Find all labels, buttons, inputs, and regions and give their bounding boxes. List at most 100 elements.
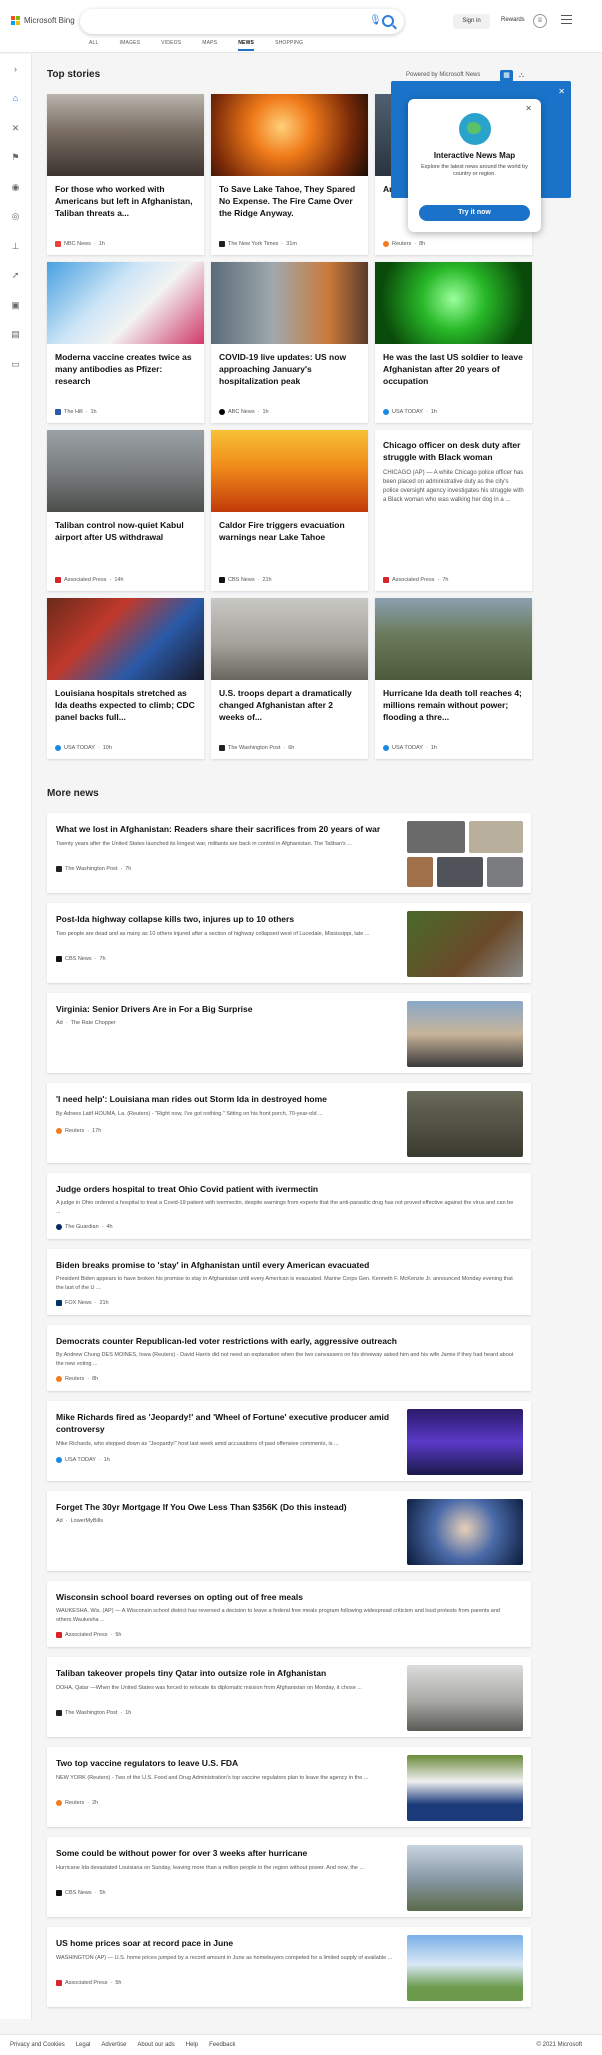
story-source: CBS News · 21h: [219, 577, 272, 583]
close-icon[interactable]: ✕: [525, 104, 532, 113]
the-hill-logo-icon: [55, 409, 61, 415]
expand-chevron-icon[interactable]: ›: [10, 64, 21, 75]
tab-shopping[interactable]: SHOPPING: [275, 40, 303, 51]
search-input[interactable]: 🎙: [80, 9, 404, 34]
usa-today-logo-icon: [383, 745, 389, 751]
cbs-logo-icon: [56, 956, 62, 962]
ap-logo-icon: [383, 577, 389, 583]
sign-in-button[interactable]: Sign in: [453, 14, 490, 29]
story-image: [47, 262, 204, 344]
story-card[interactable]: He was the last US soldier to leave Afgh…: [375, 262, 532, 423]
location-pin-icon[interactable]: ◉: [10, 182, 21, 193]
building-icon[interactable]: ▤: [10, 329, 21, 340]
news-item[interactable]: What we lost in Afghanistan: Readers sha…: [47, 813, 531, 893]
footer-link-about-ads[interactable]: About our ads: [137, 2042, 174, 2048]
footer-link-advertise[interactable]: Advertise: [101, 2042, 126, 2048]
story-title: He was the last US soldier to leave Afgh…: [383, 352, 523, 386]
footer-link-feedback[interactable]: Feedback: [209, 2042, 235, 2048]
story-card[interactable]: COVID-19 live updates: US now approachin…: [211, 262, 368, 423]
news-thumbnail: [407, 1755, 523, 1821]
home-icon[interactable]: ⌂: [10, 93, 21, 104]
news-item[interactable]: Mike Richards fired as 'Jeopardy!' and '…: [47, 1401, 531, 1481]
footer-link-help[interactable]: Help: [186, 2042, 198, 2048]
usa-today-logo-icon: [56, 1457, 62, 1463]
left-rail: › ⌂ ✕ ⚑ ◉ ◎ ⊥ ➚ ▣ ▤ ▭: [0, 54, 32, 2019]
footer-link-privacy[interactable]: Privacy and Cookies: [10, 2042, 65, 2048]
wallet-icon[interactable]: ▭: [10, 359, 21, 370]
usa-today-logo-icon: [55, 745, 61, 751]
story-source: NBC News · 1h: [55, 241, 105, 247]
story-card[interactable]: U.S. troops depart a dramatically change…: [211, 598, 368, 759]
chart-icon[interactable]: ⊥: [10, 241, 21, 252]
news-title: Biden breaks promise to 'stay' in Afghan…: [56, 1260, 370, 1270]
ad-item[interactable]: Forget The 30yr Mortgage If You Owe Less…: [47, 1491, 531, 1571]
story-source: USA TODAY · 10h: [55, 745, 112, 751]
news-item[interactable]: Two top vaccine regulators to leave U.S.…: [47, 1747, 531, 1827]
news-item[interactable]: Taliban takeover propels tiny Qatar into…: [47, 1657, 531, 1737]
story-source: ABC News · 1h: [219, 409, 269, 415]
menu-icon[interactable]: [561, 15, 572, 24]
story-source: The Washington Post · 6h: [219, 745, 294, 751]
story-card[interactable]: Moderna vaccine creates twice as many an…: [47, 262, 204, 423]
ad-item[interactable]: Virginia: Senior Drivers Are in For a Bi…: [47, 993, 531, 1073]
reuters-logo-icon: [383, 241, 389, 247]
story-card[interactable]: For those who worked with Americans but …: [47, 94, 204, 255]
usa-today-logo-icon: [383, 409, 389, 415]
tab-maps[interactable]: MAPS: [202, 40, 217, 51]
news-snippet: Hurricane Ida devastated Louisiana on Su…: [56, 1865, 365, 1871]
ad-thumbnail: [407, 1001, 523, 1067]
story-title: Moderna vaccine creates twice as many an…: [55, 352, 192, 386]
news-item[interactable]: US home prices soar at record pace in Ju…: [47, 1927, 531, 2007]
news-source: FOX News · 21h: [56, 1300, 109, 1306]
footer-link-legal[interactable]: Legal: [76, 2042, 91, 2048]
story-title: Caldor Fire triggers evacuation warnings…: [219, 520, 345, 542]
more-news-heading: More news: [47, 788, 99, 799]
guardian-logo-icon: [56, 1224, 62, 1230]
story-card[interactable]: To Save Lake Tahoe, They Spared No Expen…: [211, 94, 368, 255]
tab-all[interactable]: ALL: [89, 40, 99, 51]
story-title: COVID-19 live updates: US now approachin…: [219, 352, 347, 386]
story-image: [375, 598, 532, 680]
news-source: USA TODAY · 1h: [56, 1457, 110, 1463]
search-icon[interactable]: [382, 15, 394, 27]
news-item[interactable]: Democrats counter Republican-led voter r…: [47, 1325, 531, 1391]
reuters-logo-icon: [56, 1376, 62, 1382]
flag-icon[interactable]: ⚑: [10, 152, 21, 163]
footer: Privacy and Cookies Legal Advertise Abou…: [0, 2034, 602, 2055]
ad-thumbnail: [407, 1499, 523, 1565]
story-card[interactable]: Caldor Fire triggers evacuation warnings…: [211, 430, 368, 591]
try-it-now-button[interactable]: Try it now: [419, 205, 530, 221]
news-item[interactable]: Judge orders hospital to treat Ohio Covi…: [47, 1173, 531, 1239]
news-item[interactable]: Post-Ida highway collapse kills two, inj…: [47, 903, 531, 983]
rocket-icon[interactable]: ➚: [10, 270, 21, 281]
ad-title: Virginia: Senior Drivers Are in For a Bi…: [56, 1004, 253, 1014]
news-snippet: WASHINGTON (AP) — U.S. home prices jumpe…: [56, 1955, 393, 1961]
story-card[interactable]: Taliban control now-quiet Kabul airport …: [47, 430, 204, 591]
story-image: [47, 94, 204, 176]
copyright: © 2021 Microsoft: [536, 2042, 582, 2048]
story-card[interactable]: Chicago officer on desk duty after strug…: [375, 430, 532, 591]
news-source: Reuters · 8h: [56, 1376, 98, 1382]
story-card[interactable]: Louisiana hospitals stretched as Ida dea…: [47, 598, 204, 759]
story-card[interactable]: Hurricane Ida death toll reaches 4; mill…: [375, 598, 532, 759]
washington-post-logo-icon: [56, 1710, 62, 1716]
close-icon[interactable]: ✕: [558, 87, 565, 96]
news-title: Some could be without power for over 3 w…: [56, 1848, 308, 1858]
story-title: To Save Lake Tahoe, They Spared No Expen…: [219, 184, 356, 218]
tab-videos[interactable]: VIDEOS: [161, 40, 181, 51]
news-item[interactable]: 'I need help': Louisiana man rides out S…: [47, 1083, 531, 1163]
tab-news[interactable]: NEWS: [238, 40, 255, 51]
news-item[interactable]: Biden breaks promise to 'stay' in Afghan…: [47, 1249, 531, 1315]
film-icon[interactable]: ▣: [10, 300, 21, 311]
news-snippet: NEW YORK (Reuters) - Two of the U.S. Foo…: [56, 1775, 369, 1781]
news-item[interactable]: Wisconsin school board reverses on optin…: [47, 1581, 531, 1647]
rewards-label[interactable]: Rewards: [501, 17, 525, 23]
tab-images[interactable]: IMAGES: [120, 40, 141, 51]
story-source: Associated Press · 7h: [383, 577, 448, 583]
topics-icon[interactable]: ✕: [10, 123, 21, 134]
trophy-icon[interactable]: ♕: [533, 14, 547, 28]
microphone-icon[interactable]: 🎙: [369, 15, 382, 27]
globe-icon[interactable]: ◎: [10, 211, 21, 222]
news-item[interactable]: Some could be without power for over 3 w…: [47, 1837, 531, 1917]
bing-logo[interactable]: Microsoft Bing: [11, 16, 75, 25]
